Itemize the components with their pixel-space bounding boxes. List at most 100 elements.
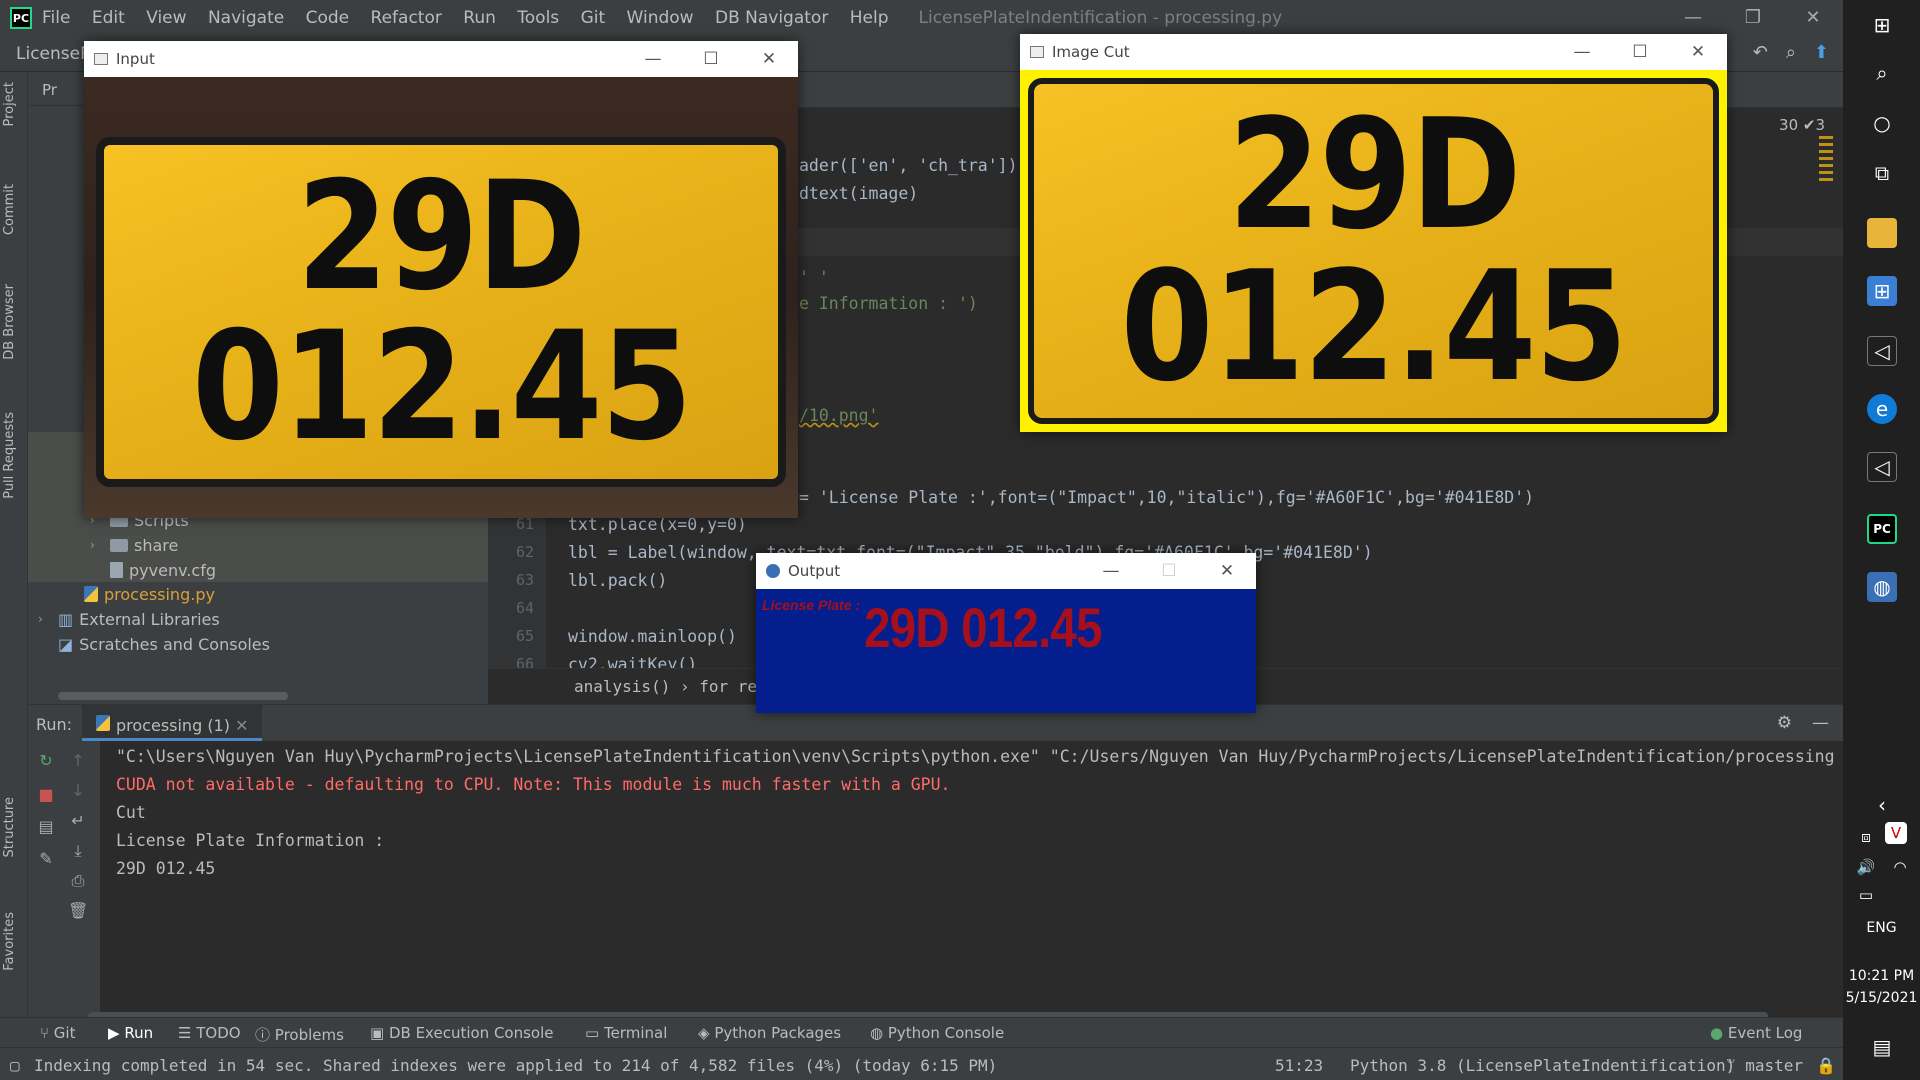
menu-tools[interactable]: Tools [517, 8, 559, 28]
tree-item-external-libraries[interactable]: › ▥ External Libraries [38, 607, 220, 631]
maximize-icon[interactable]: ☐ [1140, 553, 1198, 589]
minimize-icon[interactable]: — [1553, 34, 1611, 70]
rerun-icon[interactable]: ↻ [36, 751, 56, 771]
bottom-tab-run[interactable]: ▶ Run [108, 1024, 153, 1042]
settings-gear-icon[interactable]: ⚙ [1777, 713, 1792, 733]
menu-help[interactable]: Help [850, 8, 889, 28]
layout-icon[interactable]: ▤ [36, 817, 56, 837]
bottom-tab-python-packages[interactable]: ◈ Python Packages [698, 1024, 841, 1042]
output-window[interactable]: Output — ☐ ✕ License Plate : 29D 012.45 [756, 553, 1256, 713]
search-icon[interactable]: ⌕ [1867, 58, 1897, 88]
cortana-icon[interactable]: ○ [1867, 108, 1897, 138]
clock-date[interactable]: 5/15/2021 [1843, 990, 1920, 1006]
input-language[interactable]: ENG [1843, 920, 1920, 936]
bottom-tab-todo[interactable]: ☰ TODO [178, 1024, 241, 1042]
code-line[interactable]: window.mainloop() [568, 627, 737, 646]
close-tab-icon[interactable]: ✕ [235, 716, 248, 735]
minimize-icon[interactable]: — [624, 41, 682, 77]
code-fragment[interactable]: e Information : ') [799, 294, 978, 313]
bottom-tab-db-console[interactable]: ▣ DB Execution Console [370, 1024, 554, 1042]
restore-icon[interactable]: ❐ [1723, 0, 1783, 36]
minimize-icon[interactable]: — [1663, 0, 1723, 36]
maximize-icon[interactable]: ☐ [682, 41, 740, 77]
output-window-titlebar[interactable]: Output — ☐ ✕ [756, 553, 1256, 589]
vivaldi-icon[interactable]: V [1885, 822, 1907, 844]
menu-edit[interactable]: Edit [92, 8, 125, 28]
tool-tab-pull-requests[interactable]: Pull Requests [2, 412, 17, 499]
task-view-icon[interactable]: ⧉ [1867, 158, 1897, 188]
search-icon[interactable]: ⌕ [1786, 42, 1796, 63]
console-output[interactable]: "C:\Users\Nguyen Van Huy\PycharmProjects… [116, 741, 1843, 991]
tool-tab-project[interactable]: Project [2, 82, 17, 126]
bottom-tab-event-log[interactable]: ● Event Log [1710, 1024, 1802, 1042]
down-arrow-icon[interactable]: ↓ [68, 781, 88, 801]
chevron-left-icon[interactable]: ‹ [1867, 790, 1897, 820]
tree-item-processing-py[interactable]: processing.py [84, 582, 215, 606]
menu-refactor[interactable]: Refactor [371, 8, 442, 28]
volume-icon[interactable]: 🔊 [1851, 852, 1881, 882]
windows-start-icon[interactable]: ⊞ [1867, 10, 1897, 40]
tool-tab-favorites[interactable]: Favorites [2, 912, 17, 971]
menu-git[interactable]: Git [581, 8, 606, 28]
status-message[interactable]: Indexing completed in 54 sec. Shared ind… [34, 1056, 997, 1075]
bottom-tab-terminal[interactable]: ▭ Terminal [585, 1024, 667, 1042]
tree-item-scratches[interactable]: ◪ Scratches and Consoles [58, 632, 270, 656]
menu-file[interactable]: File [42, 8, 70, 28]
bottom-tab-python-console[interactable]: ◍ Python Console [870, 1024, 1004, 1042]
clock-time[interactable]: 10:21 PM [1843, 968, 1920, 984]
scroll-to-end-icon[interactable]: ⤓ [68, 841, 88, 861]
bottom-tab-problems[interactable]: ⓘ Problems [255, 1024, 344, 1045]
notification-icon[interactable]: ▤ [1867, 1032, 1897, 1062]
soft-wrap-icon[interactable]: ↵ [68, 811, 88, 831]
undo-icon[interactable]: ↶ [1753, 42, 1768, 63]
git-branch[interactable]: ᛘ master [1726, 1056, 1803, 1075]
code-fragment[interactable]: /10.png' [799, 406, 878, 425]
python-icon[interactable]: ◍ [1867, 572, 1897, 602]
lock-icon[interactable]: 🔒 [1816, 1056, 1836, 1075]
input-image-window[interactable]: Input — ☐ ✕ 29D 012.45 [84, 41, 798, 518]
update-icon[interactable]: ⬆ [1814, 42, 1829, 63]
print-icon[interactable]: ⎙ [68, 871, 88, 891]
meet-icon[interactable]: ⧈ [1851, 822, 1881, 852]
battery-icon[interactable]: ▭ [1851, 880, 1881, 910]
run-tab-processing[interactable]: processing (1) ✕ [82, 705, 263, 741]
code-fragment[interactable]: = 'License Plate :',font=("Impact",10,"i… [799, 488, 1534, 507]
code-fragment[interactable]: dtext(image) [799, 184, 918, 203]
menu-db-navigator[interactable]: DB Navigator [715, 8, 828, 28]
code-fragment[interactable]: ader(['en', 'ch_tra']) [799, 156, 1018, 175]
up-arrow-icon[interactable]: ↑ [68, 751, 88, 771]
input-window-titlebar[interactable]: Input — ☐ ✕ [84, 41, 798, 77]
unity-hub-icon[interactable]: ◁ [1867, 452, 1897, 482]
image-cut-window[interactable]: Image Cut — ☐ ✕ 29D 012.45 [1020, 34, 1727, 432]
close-icon[interactable]: ✕ [1669, 34, 1727, 70]
tool-tab-commit[interactable]: Commit [2, 184, 17, 235]
stop-icon[interactable]: ■ [36, 785, 56, 805]
maximize-icon[interactable]: ☐ [1611, 34, 1669, 70]
close-icon[interactable]: ✕ [1783, 0, 1843, 36]
menu-navigate[interactable]: Navigate [208, 8, 284, 28]
code-line[interactable]: lbl.pack() [568, 571, 667, 590]
close-icon[interactable]: ✕ [1198, 553, 1256, 589]
pin-icon[interactable]: ✎ [36, 849, 56, 869]
trash-icon[interactable]: 🗑 [68, 901, 88, 921]
bottom-tab-git[interactable]: ⑂ Git [40, 1024, 75, 1042]
tree-item-pyvenv-cfg[interactable]: pyvenv.cfg [110, 558, 216, 582]
file-explorer-icon[interactable] [1867, 218, 1897, 248]
tree-item-share[interactable]: › share [90, 533, 178, 557]
minimize-icon[interactable]: — [1082, 553, 1140, 589]
horizontal-scrollbar[interactable] [58, 692, 288, 700]
unity-icon[interactable]: ◁ [1867, 336, 1897, 366]
edge-icon[interactable]: e [1867, 394, 1897, 424]
python-interpreter[interactable]: Python 3.8 (LicensePlateIndentification) [1350, 1056, 1735, 1075]
menu-code[interactable]: Code [306, 8, 350, 28]
hide-panel-icon[interactable]: — [1812, 713, 1829, 733]
status-toggle-icon[interactable]: ▢ [10, 1056, 20, 1075]
store-icon[interactable]: ⊞ [1867, 276, 1897, 306]
tool-tab-structure[interactable]: Structure [2, 797, 17, 857]
pycharm-icon[interactable]: PC [1867, 514, 1897, 544]
caret-position[interactable]: 51:23 [1275, 1056, 1323, 1075]
menu-run[interactable]: Run [463, 8, 496, 28]
nav-project-name[interactable]: LicenseP [16, 44, 90, 64]
menu-view[interactable]: View [146, 8, 186, 28]
menu-window[interactable]: Window [627, 8, 694, 28]
